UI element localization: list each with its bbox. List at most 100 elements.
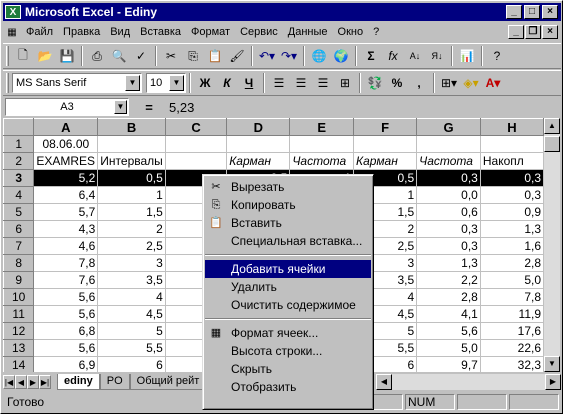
- column-header-h[interactable]: H: [479, 118, 544, 136]
- row-header[interactable]: 2: [3, 152, 35, 170]
- prev-sheet-icon[interactable]: ◀: [15, 374, 27, 389]
- cell[interactable]: 4,3: [33, 220, 99, 238]
- scroll-thumb[interactable]: [544, 136, 560, 152]
- cell[interactable]: 0,0: [416, 186, 481, 204]
- thousands-button[interactable]: ,: [408, 72, 430, 94]
- row-header[interactable]: 13: [3, 339, 35, 357]
- column-header-a[interactable]: A: [33, 118, 99, 136]
- document-icon[interactable]: ▦: [3, 21, 21, 43]
- cell[interactable]: [353, 135, 418, 153]
- cell[interactable]: 1,3: [416, 254, 481, 272]
- cell[interactable]: Карман: [226, 152, 291, 170]
- cell[interactable]: 4,6: [33, 237, 99, 255]
- cell[interactable]: 0,5: [97, 169, 166, 187]
- cell[interactable]: 2,8: [479, 254, 544, 272]
- cell[interactable]: 1: [97, 186, 166, 204]
- sort-ascending-icon[interactable]: А↓: [404, 45, 426, 67]
- context-menu-item[interactable]: Высота строки...: [205, 342, 371, 360]
- sheet-tab-po[interactable]: PO: [99, 373, 130, 390]
- next-sheet-icon[interactable]: ▶: [27, 374, 39, 389]
- context-menu-item[interactable]: Очистить содержимое: [205, 296, 371, 314]
- row-header[interactable]: 8: [3, 254, 35, 272]
- row-header[interactable]: 4: [3, 186, 35, 204]
- italic-button[interactable]: К: [216, 72, 238, 94]
- cell[interactable]: Интервалы: [97, 152, 166, 170]
- cell[interactable]: 4: [97, 288, 166, 306]
- paste-icon[interactable]: 📋: [204, 45, 226, 67]
- cell[interactable]: [164, 152, 228, 170]
- cell[interactable]: 5,2: [33, 169, 99, 187]
- cell[interactable]: 5,6: [33, 305, 99, 323]
- office-assistant-icon[interactable]: ?: [486, 45, 508, 67]
- autosum-icon[interactable]: Σ: [360, 45, 382, 67]
- row-header[interactable]: 1: [3, 135, 35, 153]
- cell[interactable]: 6: [97, 356, 166, 372]
- menu-insert[interactable]: Вставка: [135, 26, 186, 38]
- scroll-right-icon[interactable]: ▶: [545, 373, 561, 390]
- row-header[interactable]: 5: [3, 203, 35, 221]
- cell[interactable]: 11,9: [479, 305, 544, 323]
- context-menu-item[interactable]: Специальная вставка...: [205, 232, 371, 250]
- cell[interactable]: EXAMRES: [33, 152, 99, 170]
- cell[interactable]: 4,5: [97, 305, 166, 323]
- cell[interactable]: 22,6: [479, 339, 544, 357]
- menu-help[interactable]: ?: [368, 26, 384, 38]
- minimize-button[interactable]: _: [506, 5, 522, 19]
- column-header-c[interactable]: C: [164, 118, 228, 136]
- context-menu-item[interactable]: 📋 Вставить: [205, 214, 371, 232]
- row-header[interactable]: 12: [3, 322, 35, 340]
- font-name-select[interactable]: MS Sans Serif ▼: [12, 73, 142, 93]
- row-header[interactable]: 11: [3, 305, 35, 323]
- spelling-icon[interactable]: ✓: [130, 45, 152, 67]
- cell[interactable]: 9,7: [416, 356, 481, 372]
- cell[interactable]: 2,5: [97, 237, 166, 255]
- cell[interactable]: 0,3: [416, 237, 481, 255]
- context-menu-item[interactable]: Добавить ячейки: [205, 260, 371, 278]
- cell[interactable]: 0,3: [479, 186, 544, 204]
- column-header-b[interactable]: B: [97, 118, 166, 136]
- select-all-corner[interactable]: [3, 118, 35, 136]
- align-center-icon[interactable]: ☰: [290, 72, 312, 94]
- cell[interactable]: 08.06.00: [33, 135, 99, 153]
- row-header[interactable]: 7: [3, 237, 35, 255]
- doc-minimize-button[interactable]: _: [508, 25, 524, 39]
- open-icon[interactable]: 📂: [34, 45, 56, 67]
- doc-close-button[interactable]: ×: [542, 25, 558, 39]
- column-header-e[interactable]: E: [289, 118, 355, 136]
- doc-restore-button[interactable]: ❐: [525, 25, 541, 39]
- cell[interactable]: [226, 135, 291, 153]
- chevron-down-icon[interactable]: ▼: [169, 75, 184, 91]
- sheet-tab-rating[interactable]: Общий рейт: [129, 373, 207, 390]
- bold-button[interactable]: Ж: [194, 72, 216, 94]
- borders-icon[interactable]: ⊞▾: [438, 72, 460, 94]
- align-right-icon[interactable]: ☰: [312, 72, 334, 94]
- cell[interactable]: 0,6: [416, 203, 481, 221]
- copy-icon[interactable]: ⎘: [182, 45, 204, 67]
- cell[interactable]: 0,9: [479, 203, 544, 221]
- redo-icon[interactable]: ↷▾: [278, 45, 300, 67]
- merge-center-icon[interactable]: ⊞: [334, 72, 356, 94]
- cell[interactable]: [479, 135, 544, 153]
- sheet-tab-ediny[interactable]: ediny: [57, 373, 100, 390]
- row-header[interactable]: 3: [3, 169, 35, 187]
- font-size-select[interactable]: 10 ▼: [146, 73, 186, 93]
- column-header-f[interactable]: F: [353, 118, 418, 136]
- hyperlink-icon[interactable]: 🌐: [308, 45, 330, 67]
- close-button[interactable]: ×: [542, 5, 558, 19]
- currency-icon[interactable]: 💱: [364, 72, 386, 94]
- cell[interactable]: 5,6: [33, 288, 99, 306]
- row-header[interactable]: 6: [3, 220, 35, 238]
- column-header-d[interactable]: D: [226, 118, 291, 136]
- underline-button[interactable]: Ч: [238, 72, 260, 94]
- cell[interactable]: [289, 135, 355, 153]
- cell[interactable]: [164, 135, 228, 153]
- cell[interactable]: 0,3: [416, 169, 481, 187]
- new-icon[interactable]: 🗋: [12, 45, 34, 67]
- cell[interactable]: 7,8: [33, 254, 99, 272]
- cell[interactable]: [416, 135, 481, 153]
- cell[interactable]: 6,8: [33, 322, 99, 340]
- scroll-left-icon[interactable]: ◀: [376, 373, 392, 390]
- web-toolbar-icon[interactable]: 🌍: [330, 45, 352, 67]
- chevron-down-icon[interactable]: ▼: [125, 75, 140, 91]
- cell[interactable]: Частота: [416, 152, 481, 170]
